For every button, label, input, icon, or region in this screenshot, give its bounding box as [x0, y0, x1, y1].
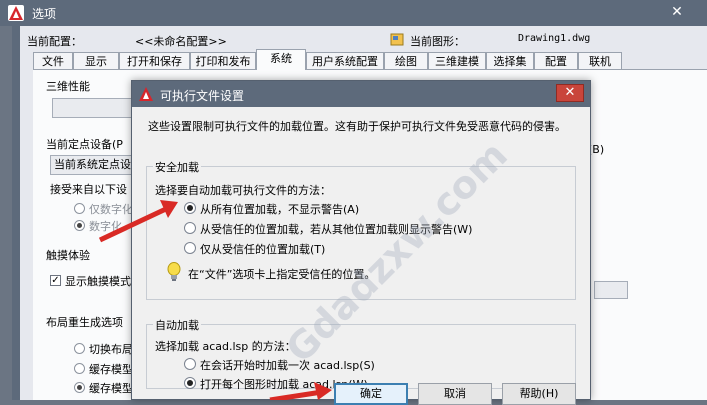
- arrow-to-load-all-option: [98, 200, 178, 243]
- annotation-arrows: [98, 200, 332, 400]
- tab-system[interactable]: 系统: [256, 49, 306, 70]
- arrow-to-ok-button: [269, 382, 332, 400]
